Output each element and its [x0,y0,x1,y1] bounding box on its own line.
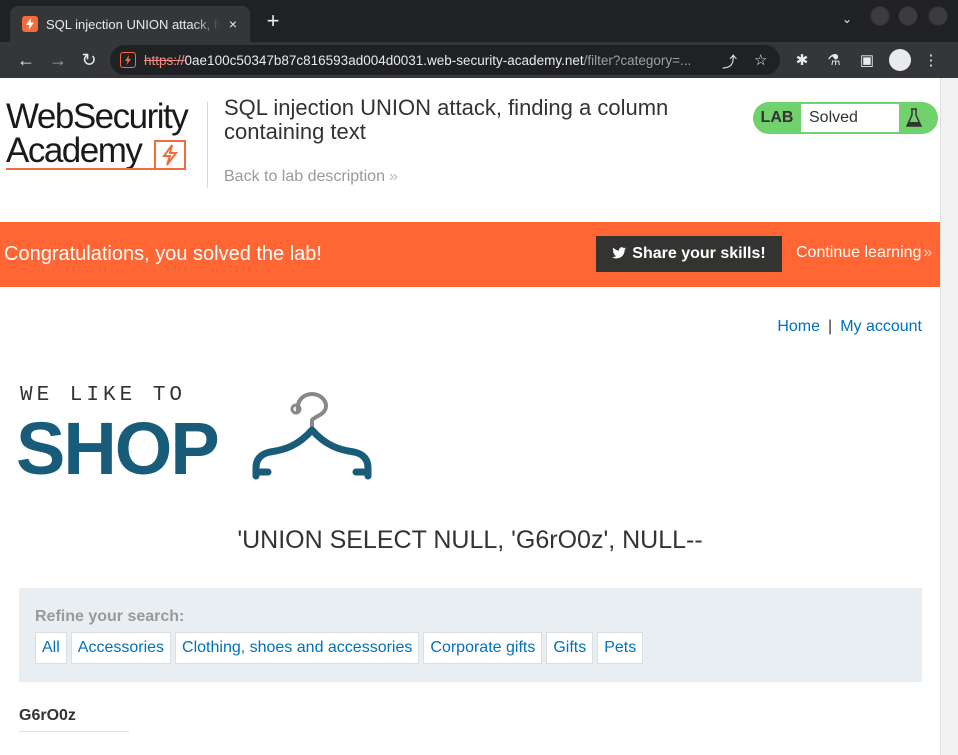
continue-learning-link[interactable]: Continue learning» [796,244,932,262]
top-navigation: Home | My account [777,318,922,336]
header-divider [207,102,208,188]
back-arrow-icon[interactable]: ← [16,50,36,70]
home-link[interactable]: Home [777,318,820,335]
browser-tab[interactable]: SQL injection UNION attack, finding a co… [10,6,250,42]
page-viewport: WebSecurity Academy SQL injection UNION … [0,78,940,755]
share-icon[interactable]: ⤴ [722,51,737,72]
filter-corporate-gifts[interactable]: Corporate gifts [423,632,543,664]
back-to-lab-description-link[interactable]: Back to lab description» [224,168,398,186]
bookmark-star-icon[interactable]: ☆ [754,51,767,69]
double-chevron-right-icon: » [923,244,933,261]
minimize-button[interactable] [870,6,890,26]
share-label: Share your skills! [632,245,766,262]
lab-tag: LAB [760,109,794,126]
my-account-link[interactable]: My account [840,318,922,335]
we-like-to-shop-logo: WE LIKE TO SHOP [16,384,378,490]
solved-message: Congratulations, you solved the lab! [4,243,322,265]
not-secure-icon[interactable] [120,52,136,68]
double-chevron-right-icon: » [388,168,398,185]
browser-toolbar: ← → ↻ https://0ae100c50347b87c816593ad00… [0,42,958,78]
extensions-puzzle-icon[interactable]: ✱ [793,51,811,69]
lab-status-value: Solved [801,104,899,132]
logo-line-1: WebSecurity [6,97,189,136]
filter-gifts[interactable]: Gifts [546,632,594,664]
result-divider [19,731,129,732]
side-panel-icon[interactable]: ▣ [858,51,876,69]
clothes-hanger-icon [252,391,372,480]
browser-tab-bar: SQL injection UNION attack, finding a co… [0,0,958,42]
filter-clothing-shoes-accessories[interactable]: Clothing, shoes and accessories [175,632,420,664]
reload-icon[interactable]: ↻ [79,50,99,70]
academy-header: WebSecurity Academy SQL injection UNION … [0,78,940,222]
close-window-button[interactable] [928,6,948,26]
portswigger-favicon-icon [22,16,38,32]
lab-solved-banner: Congratulations, you solved the lab! Sha… [0,222,940,287]
shop-tagline: WE LIKE TO [20,384,187,407]
filter-pets[interactable]: Pets [597,632,644,664]
forward-arrow-icon[interactable]: → [48,50,68,70]
menu-kebab-icon[interactable]: ⋮ [922,51,940,69]
lab-title: SQL injection UNION attack, finding a co… [224,95,669,144]
nav-separator: | [828,318,833,335]
filter-all[interactable]: All [35,632,67,664]
profile-avatar-icon[interactable] [889,49,911,71]
category-filters: All Accessories Clothing, shoes and acce… [35,632,644,664]
flask-icon [899,104,929,132]
filter-accessories[interactable]: Accessories [70,632,172,664]
url-text: https://0ae100c50347b87c816593ad004d0031… [144,52,692,68]
tab-title: SQL injection UNION attack, finding a co… [46,16,220,32]
share-your-skills-button[interactable]: Share your skills! [596,236,782,272]
new-tab-button[interactable]: + [262,10,284,32]
flask-extension-icon[interactable]: ⚗ [825,51,843,69]
refine-label: Refine your search: [35,608,185,625]
logo-underline [6,168,156,170]
logo-bolt-icon [154,140,186,170]
tab-search-icon[interactable]: ⌄ [842,12,852,26]
twitter-bird-icon [612,246,627,262]
result-item-title: G6rO0z [19,707,76,724]
web-security-academy-logo[interactable]: WebSecurity Academy [6,97,206,170]
refine-search-panel: Refine your search: All Accessories Clot… [19,588,922,682]
search-results-heading: 'UNION SELECT NULL, 'G6rO0z', NULL-- [237,526,703,554]
lab-status-widget: LAB Solved [753,102,938,134]
close-tab-icon[interactable]: × [224,16,242,32]
shop-word: SHOP [16,407,220,490]
page-scrollbar[interactable] [940,78,958,755]
address-bar[interactable]: https://0ae100c50347b87c816593ad004d0031… [110,45,780,75]
maximize-button[interactable] [898,6,918,26]
